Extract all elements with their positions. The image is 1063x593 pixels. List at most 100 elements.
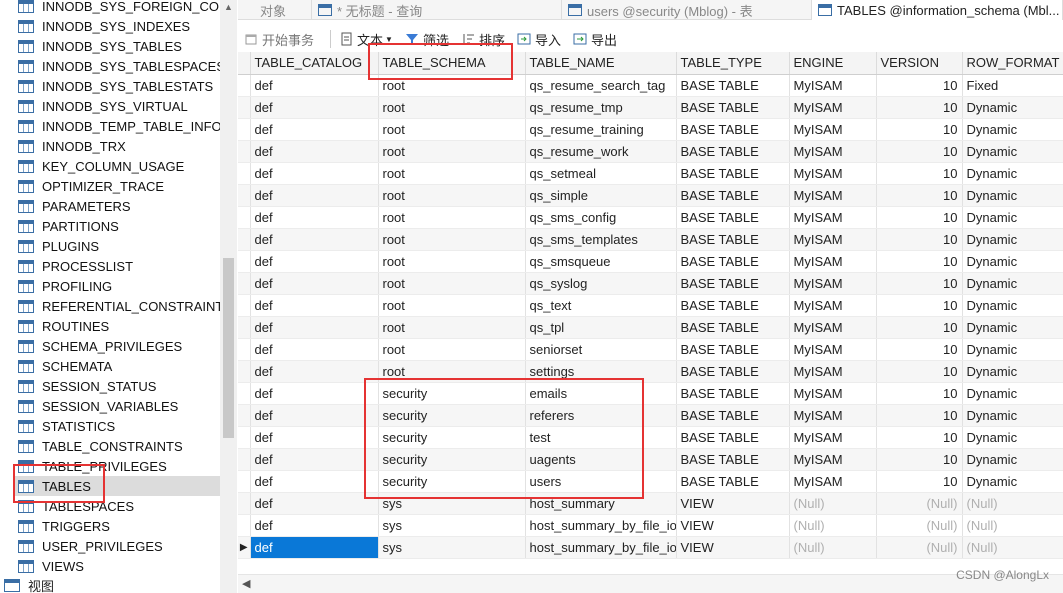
table-row[interactable]: def root qs_sms_config BASE TABLE MyISAM 10 Dy… xyxy=(238,206,1063,229)
grid-cell[interactable]: 10 xyxy=(876,404,963,427)
grid-cell[interactable]: qs_sms_templates xyxy=(525,228,677,251)
tree-item[interactable]: TABLES xyxy=(14,476,220,496)
row-selector[interactable] xyxy=(238,250,251,273)
grid-cell[interactable]: BASE TABLE xyxy=(676,96,790,119)
grid-cell[interactable]: Dynamic xyxy=(962,404,1063,427)
grid-cell[interactable]: (Null) xyxy=(789,492,877,515)
grid-cell[interactable]: root xyxy=(378,96,526,119)
tree-item[interactable]: INNODB_TEMP_TABLE_INFO xyxy=(18,116,220,136)
tree-item[interactable]: TABLESPACES xyxy=(18,496,218,516)
column-header[interactable]: VERSION xyxy=(876,52,963,75)
table-row[interactable]: def root qs_sms_templates BASE TABLE MyISAM 1… xyxy=(238,228,1063,251)
table-row[interactable]: def root qs_smsqueue BASE TABLE MyISAM 10 Dyna… xyxy=(238,250,1063,273)
grid-cell[interactable]: 10 xyxy=(876,162,963,185)
column-header[interactable]: ROW_FORMAT xyxy=(962,52,1063,75)
grid-cell[interactable]: BASE TABLE xyxy=(676,272,790,295)
tree-item[interactable]: TABLE_PRIVILEGES xyxy=(18,456,218,476)
tree-item[interactable]: ROUTINES xyxy=(18,316,218,336)
scroll-left-icon[interactable]: ◀ xyxy=(242,577,250,590)
row-selector[interactable] xyxy=(238,206,251,229)
tab-untitled-query[interactable]: * 无标题 - 查询 xyxy=(312,0,562,20)
filter-button[interactable]: 筛选 xyxy=(405,30,449,49)
table-row[interactable]: def root qs_resume_training BASE TABLE MyISA… xyxy=(238,118,1063,141)
grid-cell[interactable]: MyISAM xyxy=(789,250,877,273)
grid-cell[interactable]: qs_syslog xyxy=(525,272,677,295)
grid-cell[interactable]: sys xyxy=(378,536,526,559)
tree-item[interactable]: PROCESSLIST xyxy=(18,256,218,276)
grid-cell[interactable]: def xyxy=(250,492,379,515)
grid-cell[interactable]: MyISAM xyxy=(789,470,877,493)
row-selector[interactable] xyxy=(238,140,251,163)
grid-cell[interactable]: VIEW xyxy=(676,492,790,515)
grid-cell[interactable]: BASE TABLE xyxy=(676,184,790,207)
grid-cell[interactable]: (Null) xyxy=(962,492,1063,515)
views-node[interactable]: 视图 xyxy=(4,577,54,593)
tree-item[interactable]: VIEWS xyxy=(18,556,218,576)
grid-cell[interactable]: root xyxy=(378,250,526,273)
grid-cell[interactable]: test xyxy=(525,426,677,449)
column-header[interactable]: TABLE_SCHEMA xyxy=(378,52,526,75)
grid-cell[interactable]: 10 xyxy=(876,140,963,163)
table-row[interactable]: def security emails BASE TABLE MyISAM 10 Dynam… xyxy=(238,382,1063,405)
row-selector[interactable] xyxy=(238,404,251,427)
tree-item[interactable]: INNODB_SYS_TABLESPACES xyxy=(18,56,220,76)
table-row[interactable]: def root qs_syslog BASE TABLE MyISAM 10 Dynami… xyxy=(238,272,1063,295)
grid-cell[interactable]: def xyxy=(250,118,379,141)
row-selector[interactable] xyxy=(238,360,251,383)
grid-cell[interactable]: root xyxy=(378,294,526,317)
table-row[interactable]: def root seniorset BASE TABLE MyISAM 10 Dynami… xyxy=(238,338,1063,361)
tree-item[interactable]: SCHEMATA xyxy=(18,356,218,376)
column-header[interactable]: ENGINE xyxy=(789,52,877,75)
column-header[interactable]: TABLE_TYPE xyxy=(676,52,790,75)
grid-cell[interactable]: root xyxy=(378,162,526,185)
row-selector[interactable] xyxy=(238,184,251,207)
grid-cell[interactable]: qs_resume_work xyxy=(525,140,677,163)
column-header[interactable]: TABLE_CATALOG xyxy=(250,52,379,75)
grid-cell[interactable]: root xyxy=(378,228,526,251)
grid-cell[interactable]: def xyxy=(250,74,379,97)
grid-cell[interactable]: MyISAM xyxy=(789,184,877,207)
export-button[interactable]: 导出 xyxy=(573,30,617,49)
grid-cell[interactable]: qs_simple xyxy=(525,184,677,207)
row-selector-header[interactable] xyxy=(238,52,251,75)
begin-transaction-button[interactable]: 开始事务 xyxy=(244,30,314,49)
grid-cell[interactable]: 10 xyxy=(876,118,963,141)
tree-item[interactable]: INNODB_SYS_VIRTUAL xyxy=(18,96,218,116)
grid-cell[interactable]: MyISAM xyxy=(789,426,877,449)
tab-users-table[interactable]: users @security (Mblog) - 表 xyxy=(562,0,812,20)
table-row[interactable]: def security test BASE TABLE MyISAM 10 Dynamic xyxy=(238,426,1063,449)
grid-cell[interactable]: BASE TABLE xyxy=(676,140,790,163)
grid-cell[interactable]: MyISAM xyxy=(789,140,877,163)
grid-cell[interactable]: referers xyxy=(525,404,677,427)
grid-cell[interactable]: qs_tpl xyxy=(525,316,677,339)
grid-cell[interactable]: def xyxy=(250,338,379,361)
grid-cell[interactable]: qs_smsqueue xyxy=(525,250,677,273)
grid-cell[interactable]: Dynamic xyxy=(962,382,1063,405)
table-row[interactable]: def root qs_text BASE TABLE MyISAM 10 Dynamic xyxy=(238,294,1063,317)
tree-item[interactable]: INNODB_SYS_TABLESTATS xyxy=(18,76,218,96)
table-row[interactable]: def security referers BASE TABLE MyISAM 10 Dyn… xyxy=(238,404,1063,427)
table-row[interactable]: def root qs_resume_tmp BASE TABLE MyISAM 10 Dy… xyxy=(238,96,1063,119)
grid-cell[interactable]: def xyxy=(250,162,379,185)
grid-cell[interactable]: Dynamic xyxy=(962,294,1063,317)
tree-item[interactable]: OPTIMIZER_TRACE xyxy=(18,176,218,196)
grid-cell[interactable]: seniorset xyxy=(525,338,677,361)
grid-cell[interactable]: def xyxy=(250,206,379,229)
grid-cell[interactable]: 10 xyxy=(876,96,963,119)
grid-cell[interactable]: MyISAM xyxy=(789,404,877,427)
grid-cell[interactable]: MyISAM xyxy=(789,74,877,97)
grid-cell[interactable]: MyISAM xyxy=(789,294,877,317)
grid-cell[interactable]: def xyxy=(250,294,379,317)
grid-cell[interactable]: VIEW xyxy=(676,514,790,537)
grid-cell[interactable]: emails xyxy=(525,382,677,405)
grid-cell[interactable]: Fixed xyxy=(962,74,1063,97)
table-row[interactable]: def root qs_resume_search_tag BASE TABLE MyI… xyxy=(238,74,1063,97)
grid-cell[interactable]: root xyxy=(378,316,526,339)
tree-item[interactable]: REFERENTIAL_CONSTRAINTS xyxy=(18,296,220,316)
grid-cell[interactable]: BASE TABLE xyxy=(676,470,790,493)
table-row[interactable]: def sys host_summary VIEW (Null) (Null) (Null) xyxy=(238,492,1063,515)
grid-cell[interactable]: def xyxy=(250,96,379,119)
grid-cell[interactable]: root xyxy=(378,338,526,361)
grid-cell[interactable]: root xyxy=(378,74,526,97)
grid-cell[interactable]: 10 xyxy=(876,316,963,339)
